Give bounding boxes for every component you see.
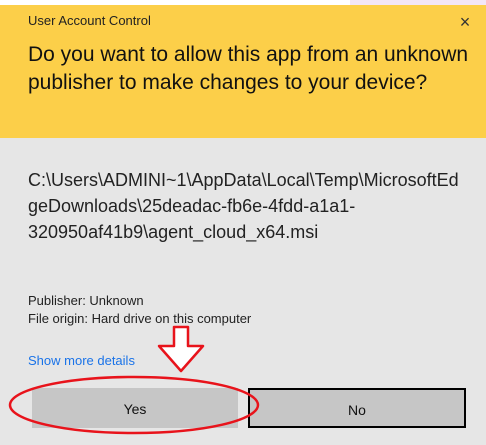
publisher-info: Publisher: Unknown — [28, 293, 144, 308]
no-button[interactable]: No — [248, 388, 466, 428]
yes-button[interactable]: Yes — [32, 388, 238, 428]
uac-dialog: User Account Control × Do you want to al… — [0, 5, 486, 445]
show-more-details-link[interactable]: Show more details — [28, 353, 135, 368]
file-path: C:\Users\ADMINI~1\AppData\Local\Temp\Mic… — [28, 170, 459, 242]
prompt-question: Do you want to allow this app from an un… — [28, 43, 469, 94]
file-origin-info: File origin: Hard drive on this computer — [28, 311, 252, 326]
window-title: User Account Control — [28, 13, 151, 28]
screen: User Account Control × Do you want to al… — [0, 0, 486, 445]
close-button[interactable]: × — [452, 13, 478, 37]
dialog-header: User Account Control × Do you want to al… — [0, 5, 486, 138]
